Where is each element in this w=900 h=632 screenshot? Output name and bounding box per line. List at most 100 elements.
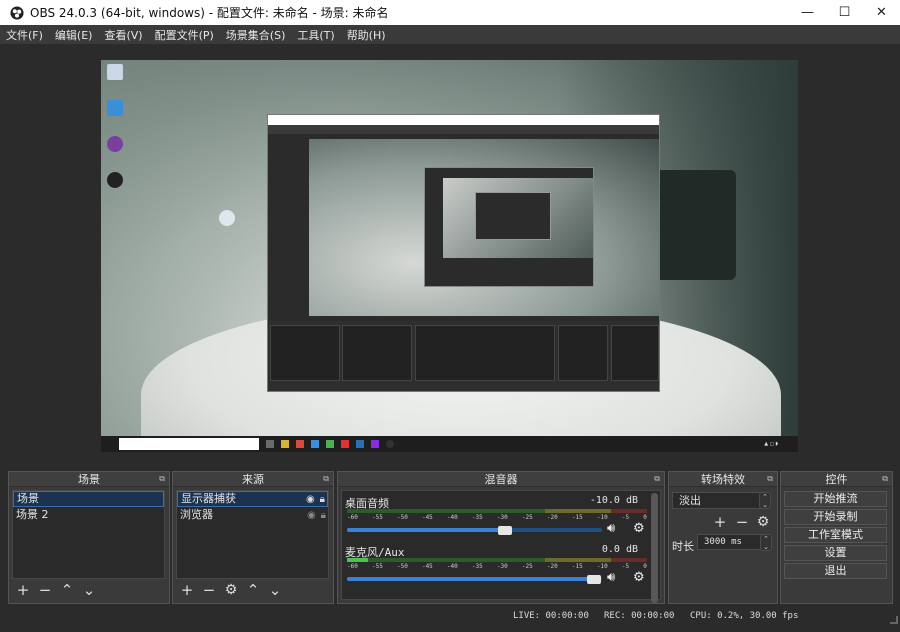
sources-toolbar: + − ⚙ ⌃ ⌄ [176,580,329,600]
remove-transition-button[interactable]: − [731,512,753,532]
start-recording-button[interactable]: 开始录制 [784,509,887,525]
meter-tick-label: -30 [496,563,508,570]
channel-settings-gear-icon[interactable]: ⚙ [633,570,645,585]
exit-button[interactable]: 退出 [784,563,887,579]
meter-tick-label: -40 [446,563,458,570]
add-transition-button[interactable]: + [709,512,731,532]
move-up-icon[interactable]: ⌃ [56,580,78,600]
obs-logo-icon [10,5,24,20]
close-button[interactable]: ✕ [863,0,900,25]
speaker-mute-icon[interactable]: 🔊︎ [607,521,615,536]
desktop-browser-icon [219,210,235,226]
scenes-dock: 场景 ⧉ 场景 场景 2 + − ⌃ ⌄ [8,471,170,604]
meter-tick-label: -60 [347,563,358,570]
source-item[interactable]: 浏览器 ◉ 🔒︎ [177,507,328,523]
volume-slider-thumb[interactable] [498,526,513,535]
menu-scene-collection[interactable]: 场景集合(S) [220,27,292,43]
meter-tick-label: -35 [471,563,483,570]
duration-spin-arrows-icon[interactable]: ⌃ ⌄ [760,534,772,551]
resize-grip-icon[interactable] [890,616,898,624]
scene-item[interactable]: 场景 2 [13,507,164,523]
preview-taskbar: ▲ ◻ ◗ [101,436,798,452]
taskbar-search-box [119,438,259,450]
controls-dock-title: 控件 [825,473,848,486]
dock-float-icon[interactable]: ⧉ [159,474,165,484]
mixer-scrollbar[interactable] [651,493,658,603]
transition-select-arrows-icon[interactable]: ⌃ ⌄ [759,492,771,509]
source-item[interactable]: 显示器捕获 ◉ 🔒︎ [177,491,328,507]
meter-ticks: -60 -55 -50 -45 -40 -35 -30 -25 -20 -15 -10 -5 0 [347,514,647,523]
meter-tick-label: -50 [396,563,408,570]
visibility-eye-icon[interactable]: ◉ [307,508,316,524]
transitions-dock-header: 转场特效 ⧉ [669,472,777,487]
mixer-channel-mic: 麦克风/Aux 0.0 dB -60 -55 -50 -45 -40 -35 -30 -25-… [345,542,647,592]
duration-label: 时长 [672,540,694,553]
scenes-dock-title: 场景 [78,473,100,486]
menu-tools[interactable]: 工具(T) [291,27,340,43]
move-down-icon[interactable]: ⌄ [78,580,100,600]
settings-button[interactable]: 设置 [784,545,887,561]
dock-float-icon[interactable]: ⧉ [323,474,329,484]
volume-slider[interactable] [347,577,602,581]
add-source-button[interactable]: + [176,580,198,600]
volume-slider[interactable] [347,528,602,532]
taskbar-obs-icon [386,440,394,448]
scene-item[interactable]: 场景 [13,491,164,507]
window-title: OBS 24.0.3 (64-bit, windows) - 配置文件: 未命名… [30,6,389,20]
menu-view[interactable]: 查看(V) [98,27,148,43]
nested-controls-dock [611,325,659,381]
transition-select[interactable]: 淡出 [672,492,769,509]
start-streaming-button[interactable]: 开始推流 [784,491,887,507]
lock-icon[interactable]: 🔒︎ [321,508,326,524]
volume-meter [347,558,647,562]
transitions-dock-title: 转场特效 [701,473,745,486]
menu-edit[interactable]: 编辑(E) [49,27,99,43]
nested-obs-capture [267,114,660,392]
nested-transitions-dock [558,325,608,381]
preview-area: ▲ ◻ ◗ [0,46,900,462]
status-bar: LIVE: 00:00:00 REC: 00:00:00 CPU: 0.2%, … [0,606,900,626]
menu-help[interactable]: 帮助(H) [341,27,392,43]
move-up-icon[interactable]: ⌃ [242,580,264,600]
live-timer: LIVE: 00:00:00 [513,611,589,621]
move-down-icon[interactable]: ⌄ [264,580,286,600]
add-scene-button[interactable]: + [12,580,34,600]
source-settings-gear-icon[interactable]: ⚙ [220,580,242,600]
menu-file[interactable]: 文件(F) [0,27,49,43]
dock-float-icon[interactable]: ⧉ [654,474,660,484]
remove-source-button[interactable]: − [198,580,220,600]
controls-dock-header: 控件 ⧉ [781,472,892,487]
desktop-folder-icon [107,100,123,116]
speaker-mute-icon[interactable]: 🔊︎ [607,570,615,585]
desktop-pc-icon [107,64,123,80]
menu-profile[interactable]: 配置文件(P) [149,27,220,43]
channel-settings-gear-icon[interactable]: ⚙ [633,521,645,536]
minimize-button[interactable]: — [789,0,826,25]
taskbar-folder-icon [281,440,289,448]
channel-db: 0.0 dB [601,544,638,555]
cpu-fps: CPU: 0.2%, 30.00 fps [690,611,799,621]
sources-dock-header: 来源 ⧉ [173,472,333,487]
mixer-channel-desktop: 桌面音频 -10.0 dB -60 -55 -50 -45 -40 -35 -30 -25 -2… [345,493,647,543]
controls-dock: 控件 ⧉ 开始推流 开始录制 工作室模式 设置 退出 [780,471,893,604]
duration-input[interactable]: 3000 ms [697,534,769,550]
lock-icon[interactable]: 🔒︎ [320,493,325,507]
visibility-eye-icon[interactable]: ◉ [306,493,315,507]
meter-tick-label: -5 [621,514,630,521]
dock-float-icon[interactable]: ⧉ [767,474,773,484]
volume-slider-thumb[interactable] [587,575,602,584]
meter-tick-label: -40 [446,514,458,521]
preview-canvas[interactable]: ▲ ◻ ◗ [101,60,798,452]
desktop-obs-icon [107,172,123,188]
transition-settings-gear-icon[interactable]: ⚙ [752,512,774,532]
maximize-button[interactable]: ☐ [826,0,863,25]
taskbar-netease-icon [341,440,349,448]
studio-mode-button[interactable]: 工作室模式 [784,527,887,543]
title-bar: OBS 24.0.3 (64-bit, windows) - 配置文件: 未命名… [0,0,900,25]
remove-scene-button[interactable]: − [34,580,56,600]
nested-menu-bar [268,125,659,134]
meter-tick-label: -50 [396,514,408,521]
menu-bar: 文件(F) 编辑(E) 查看(V) 配置文件(P) 场景集合(S) 工具(T) … [0,25,900,45]
dock-float-icon[interactable]: ⧉ [882,474,888,484]
taskbar-edge-icon [311,440,319,448]
